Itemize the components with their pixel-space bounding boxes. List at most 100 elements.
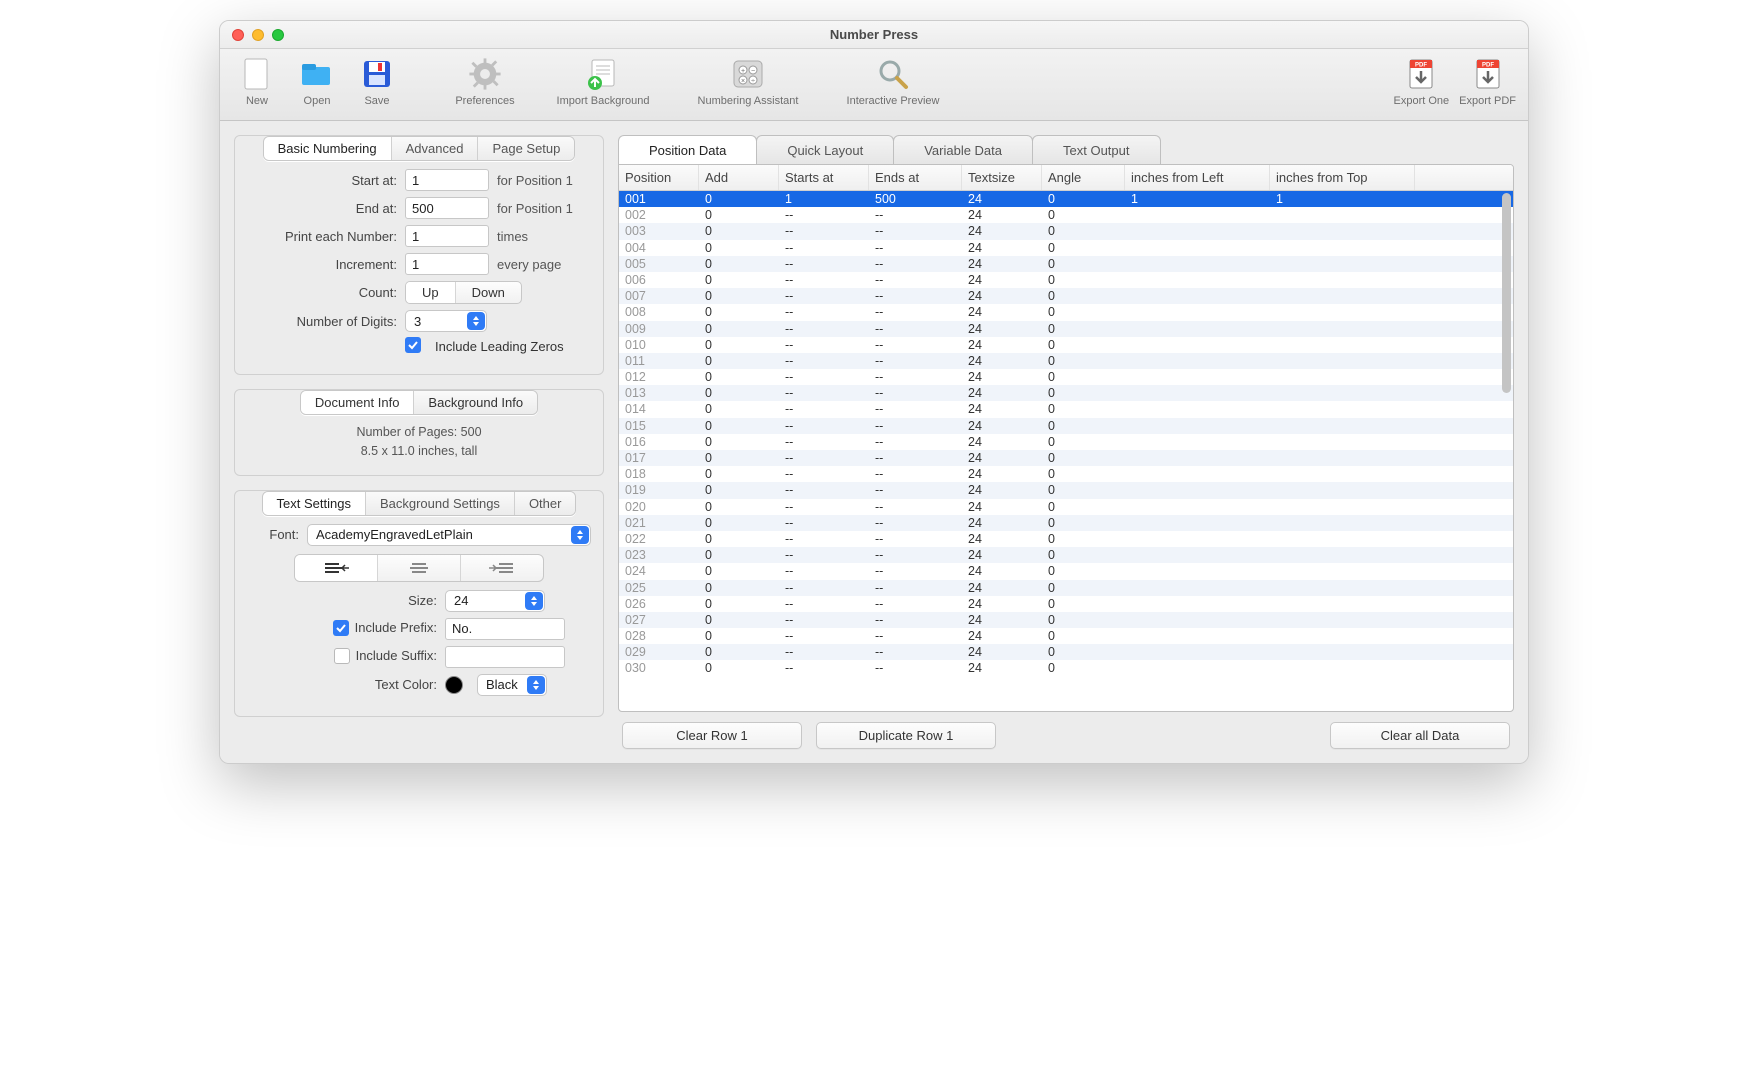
tab-background-settings[interactable]: Background Settings [366, 492, 515, 515]
table-header-cell[interactable]: inches from Left [1125, 165, 1270, 190]
count-down-button[interactable]: Down [456, 282, 521, 303]
save-button[interactable]: Save [352, 55, 402, 107]
print-each-input[interactable] [405, 225, 489, 247]
table-cell: 0 [1042, 304, 1125, 320]
table-cell [1125, 272, 1270, 288]
table-row[interactable]: 0070----240 [619, 288, 1513, 304]
table-cell: 0 [699, 434, 779, 450]
table-row[interactable]: 0220----240 [619, 531, 1513, 547]
table-row[interactable]: 0020----240 [619, 207, 1513, 223]
svg-text:+: + [741, 68, 745, 75]
table-cell [1270, 628, 1415, 644]
table-row[interactable]: 0140----240 [619, 401, 1513, 417]
table-row[interactable]: 0250----240 [619, 580, 1513, 596]
table-row[interactable]: 0300----240 [619, 660, 1513, 676]
close-icon[interactable] [232, 29, 244, 41]
tab-quick-layout[interactable]: Quick Layout [756, 135, 894, 165]
maximize-icon[interactable] [272, 29, 284, 41]
scrollbar[interactable] [1502, 193, 1511, 393]
table-row[interactable]: 0180----240 [619, 466, 1513, 482]
table-row[interactable]: 0060----240 [619, 272, 1513, 288]
table-header-cell[interactable]: Add [699, 165, 779, 190]
table-row[interactable]: 0030----240 [619, 223, 1513, 239]
titlebar: Number Press [220, 21, 1528, 49]
preferences-button[interactable]: Preferences [442, 55, 528, 107]
table-row[interactable]: 0090----240 [619, 321, 1513, 337]
size-select[interactable]: 24 [445, 590, 545, 612]
table-cell: -- [779, 401, 869, 417]
align-center-button[interactable] [378, 555, 461, 581]
table-row[interactable]: 0260----240 [619, 596, 1513, 612]
table-row[interactable]: 0170----240 [619, 450, 1513, 466]
import-background-button[interactable]: Import Background [538, 55, 668, 107]
duplicate-row-button[interactable]: Duplicate Row 1 [816, 722, 996, 749]
include-prefix-checkbox[interactable] [333, 620, 349, 636]
text-color-select[interactable]: Black [477, 674, 547, 696]
table-row[interactable]: 0010150024011 [619, 191, 1513, 207]
table-row[interactable]: 0210----240 [619, 515, 1513, 531]
tab-basic-numbering[interactable]: Basic Numbering [264, 137, 392, 160]
tab-text-settings[interactable]: Text Settings [263, 492, 366, 515]
table-row[interactable]: 0100----240 [619, 337, 1513, 353]
interactive-preview-button[interactable]: Interactive Preview [828, 55, 958, 107]
leading-zeros-checkbox[interactable] [405, 337, 421, 353]
table-row[interactable]: 0270----240 [619, 612, 1513, 628]
tab-page-setup[interactable]: Page Setup [478, 137, 574, 160]
minimize-icon[interactable] [252, 29, 264, 41]
tab-document-info[interactable]: Document Info [301, 391, 415, 414]
table-row[interactable]: 0120----240 [619, 369, 1513, 385]
table-cell: 24 [962, 628, 1042, 644]
table-header-cell[interactable]: Angle [1042, 165, 1125, 190]
export-one-button[interactable]: PDF Export One [1394, 55, 1450, 107]
clear-row-button[interactable]: Clear Row 1 [622, 722, 802, 749]
tab-other[interactable]: Other [515, 492, 576, 515]
end-at-input[interactable] [405, 197, 489, 219]
table-row[interactable]: 0280----240 [619, 628, 1513, 644]
table-row[interactable]: 0230----240 [619, 547, 1513, 563]
table-header-cell[interactable]: Textsize [962, 165, 1042, 190]
tab-text-output[interactable]: Text Output [1032, 135, 1160, 165]
open-button[interactable]: Open [292, 55, 342, 107]
table-row[interactable]: 0050----240 [619, 256, 1513, 272]
table-cell: -- [869, 369, 962, 385]
table-row[interactable]: 0130----240 [619, 385, 1513, 401]
table-row[interactable]: 0040----240 [619, 240, 1513, 256]
table-header-cell[interactable]: inches from Top [1270, 165, 1415, 190]
table-header-cell[interactable]: Position [619, 165, 699, 190]
tab-background-info[interactable]: Background Info [414, 391, 537, 414]
table-row[interactable]: 0110----240 [619, 353, 1513, 369]
table-cell: 24 [962, 337, 1042, 353]
table-row[interactable]: 0150----240 [619, 418, 1513, 434]
tab-position-data[interactable]: Position Data [618, 135, 757, 165]
clear-all-button[interactable]: Clear all Data [1330, 722, 1510, 749]
table-body[interactable]: 00101500240110020----2400030----2400040-… [619, 191, 1513, 711]
tab-variable-data[interactable]: Variable Data [893, 135, 1033, 165]
count-up-button[interactable]: Up [406, 282, 456, 303]
table-row[interactable]: 0080----240 [619, 304, 1513, 320]
table-cell: 0 [1042, 515, 1125, 531]
include-suffix-checkbox[interactable] [334, 648, 350, 664]
tab-advanced[interactable]: Advanced [392, 137, 479, 160]
chevron-updown-icon [525, 592, 543, 610]
table-header-cell[interactable]: Starts at [779, 165, 869, 190]
table-header-cell[interactable]: Ends at [869, 165, 962, 190]
align-left-button[interactable] [295, 555, 378, 581]
new-button[interactable]: New [232, 55, 282, 107]
prefix-input[interactable] [445, 618, 565, 640]
digits-select[interactable]: 3 [405, 310, 487, 332]
font-select[interactable]: AcademyEngravedLetPlain [307, 524, 591, 546]
table-row[interactable]: 0160----240 [619, 434, 1513, 450]
table-row[interactable]: 0290----240 [619, 644, 1513, 660]
table-row[interactable]: 0240----240 [619, 563, 1513, 579]
table-cell: 018 [619, 466, 699, 482]
start-at-input[interactable] [405, 169, 489, 191]
table-row[interactable]: 0200----240 [619, 499, 1513, 515]
align-right-button[interactable] [461, 555, 543, 581]
table-row[interactable]: 0190----240 [619, 482, 1513, 498]
table-cell: 0 [699, 628, 779, 644]
size-label: Size: [247, 593, 437, 608]
suffix-input[interactable] [445, 646, 565, 668]
increment-input[interactable] [405, 253, 489, 275]
numbering-assistant-button[interactable]: +−×÷ Numbering Assistant [678, 55, 818, 107]
export-pdf-button[interactable]: PDF Export PDF [1459, 55, 1516, 107]
